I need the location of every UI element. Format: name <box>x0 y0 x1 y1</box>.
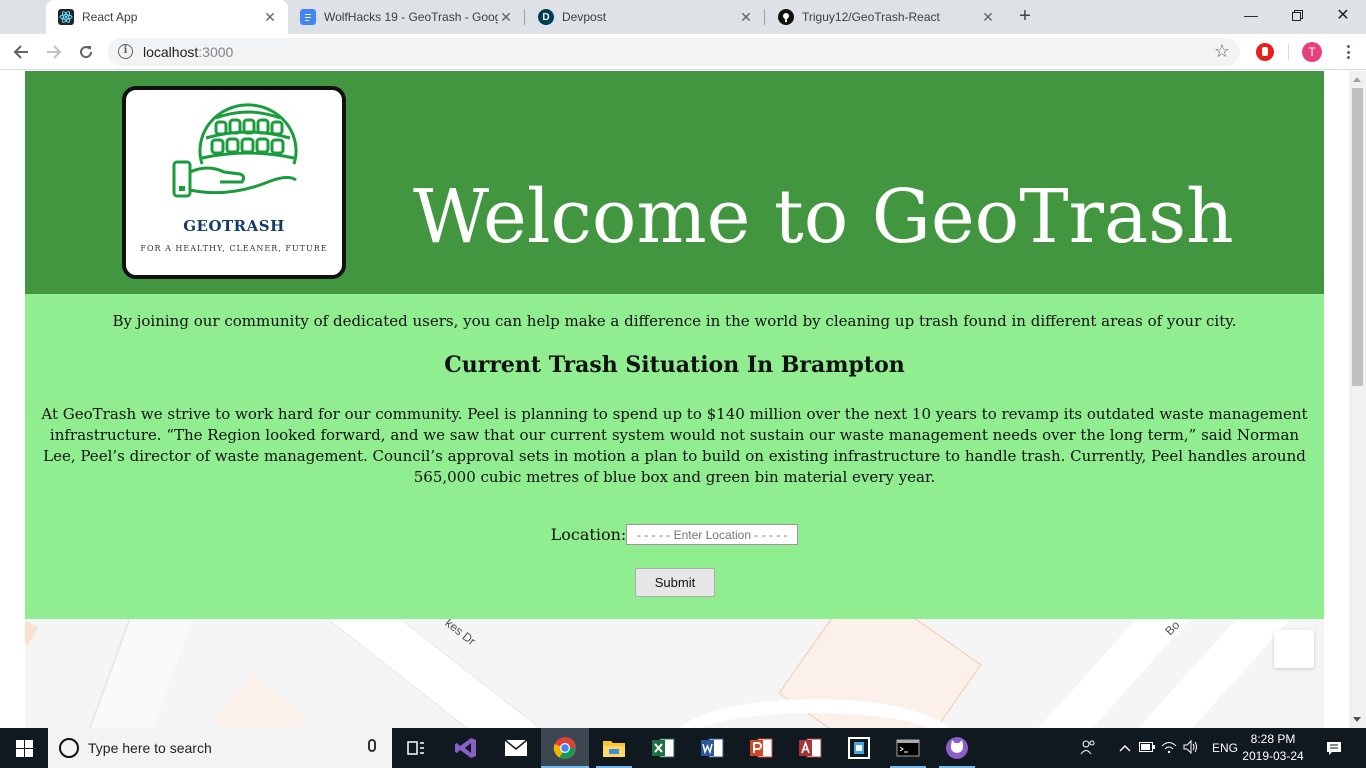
location-input[interactable] <box>626 524 799 545</box>
tab-title: React App <box>82 10 138 24</box>
windows-taskbar: Type here to search ENG 8:28 PM 2019-03-… <box>0 728 1366 768</box>
windows-logo-icon <box>15 739 33 757</box>
restore-button[interactable] <box>1274 0 1320 30</box>
map-road <box>69 619 201 728</box>
browser-toolbar: i localhost:3000 ☆ T <box>0 34 1366 70</box>
github-icon <box>778 9 794 25</box>
tab-separator <box>764 9 765 25</box>
search-placeholder: Type here to search <box>88 740 212 756</box>
powerpoint-icon[interactable] <box>737 728 785 768</box>
tab-title: Devpost <box>562 10 607 24</box>
clock-time: 8:28 PM <box>1250 732 1296 746</box>
back-button[interactable] <box>9 40 33 64</box>
profile-avatar[interactable]: T <box>1302 42 1322 62</box>
start-button[interactable] <box>0 728 48 768</box>
browser-tab-strip: React App ✕ WolfHacks 19 - GeoTrash - Go… <box>0 0 1366 34</box>
content-section: By joining our community of dedicated us… <box>25 294 1324 619</box>
situation-heading: Current Trash Situation In Brampton <box>444 352 905 378</box>
taskbar-search[interactable]: Type here to search <box>48 728 392 768</box>
microphone-icon[interactable] <box>368 739 376 752</box>
url-port: :3000 <box>198 44 234 60</box>
adblock-extension-icon[interactable] <box>1256 43 1274 61</box>
map-road <box>311 619 545 728</box>
task-view-icon[interactable] <box>392 728 440 768</box>
close-tab-icon[interactable]: ✕ <box>980 9 996 25</box>
scrollbar-thumb[interactable] <box>1352 88 1363 386</box>
intro-text: By joining our community of dedicated us… <box>112 312 1237 330</box>
clock-date: 2019-03-24 <box>1242 749 1304 763</box>
devpost-icon: D <box>538 9 554 25</box>
map-road <box>25 619 38 646</box>
taskbar-clock[interactable]: 8:28 PM 2019-03-24 <box>1242 731 1304 765</box>
google-docs-icon <box>300 9 316 25</box>
location-row: Location: <box>25 524 1324 545</box>
situation-paragraph: At GeoTrash we strive to work hard for o… <box>41 405 1308 486</box>
map-road <box>213 673 307 728</box>
logo-brand-text: GeoTrash <box>183 217 285 235</box>
browser-menu-icon[interactable] <box>1338 42 1358 62</box>
address-bar[interactable]: i localhost:3000 ☆ <box>108 38 1240 66</box>
close-tab-icon[interactable]: ✕ <box>262 9 278 25</box>
page-scrollbar[interactable] <box>1349 71 1366 728</box>
map-control-button[interactable] <box>1274 630 1314 668</box>
site-info-icon[interactable]: i <box>118 44 133 59</box>
people-icon[interactable] <box>1076 739 1100 758</box>
page-header: GeoTrash For a healthy, cleaner, future … <box>25 71 1324 294</box>
word-icon[interactable] <box>688 728 736 768</box>
hero-title: Welcome to GeoTrash <box>413 174 1234 260</box>
command-prompt-icon[interactable] <box>884 728 932 768</box>
system-tray: ENG <box>1076 728 1238 768</box>
location-label: Location: <box>550 525 627 544</box>
access-icon[interactable] <box>786 728 834 768</box>
tab-title: WolfHacks 19 - GeoTrash - Googl <box>324 10 498 24</box>
action-center-icon[interactable] <box>1310 728 1358 768</box>
url-host: localhost <box>143 44 199 60</box>
submit-button[interactable]: Submit <box>635 568 715 597</box>
toolbar-separator <box>1288 44 1289 60</box>
minimize-button[interactable]: — <box>1228 0 1274 30</box>
file-explorer-icon[interactable] <box>590 728 638 768</box>
wifi-icon[interactable] <box>1158 740 1180 757</box>
chevron-up-icon[interactable] <box>1114 741 1136 755</box>
close-tab-icon[interactable]: ✕ <box>498 9 514 25</box>
url-text: localhost:3000 <box>143 44 233 60</box>
tab-wolfhacks-docs[interactable]: WolfHacks 19 - GeoTrash - Googl ✕ <box>288 0 524 34</box>
github-desktop-icon[interactable] <box>933 728 981 768</box>
close-tab-icon[interactable]: ✕ <box>738 9 754 25</box>
mail-icon[interactable] <box>492 728 540 768</box>
reload-button[interactable] <box>74 40 98 64</box>
language-indicator[interactable]: ENG <box>1212 741 1238 755</box>
cortana-icon <box>59 738 79 758</box>
volume-icon[interactable] <box>1180 739 1202 757</box>
tab-separator <box>524 9 525 25</box>
logo-tagline: For a healthy, cleaner, future <box>140 244 328 253</box>
tab-react-app[interactable]: React App ✕ <box>46 0 288 34</box>
map-street-label: kes Dr <box>442 619 479 649</box>
scroll-down-arrow[interactable] <box>1353 717 1361 722</box>
battery-icon[interactable] <box>1136 741 1158 755</box>
bookmark-star-icon[interactable]: ☆ <box>1214 41 1230 62</box>
page-viewport: GeoTrash For a healthy, cleaner, future … <box>0 71 1366 728</box>
tab-title: Triguy12/GeoTrash-React <box>802 10 940 24</box>
excel-icon[interactable] <box>639 728 687 768</box>
globe-hand-icon <box>172 103 298 198</box>
snipping-tool-icon[interactable] <box>835 728 883 768</box>
chrome-taskbar-icon[interactable] <box>541 728 589 768</box>
react-icon <box>58 9 74 25</box>
close-window-button[interactable]: ✕ <box>1320 0 1366 30</box>
forward-button[interactable] <box>42 40 66 64</box>
visual-studio-icon[interactable] <box>442 728 490 768</box>
tab-devpost[interactable]: D Devpost ✕ <box>526 0 764 34</box>
geotrash-logo: GeoTrash For a healthy, cleaner, future <box>122 86 346 279</box>
map-view[interactable]: kes Dr Bo <box>25 619 1324 728</box>
tab-github[interactable]: Triguy12/GeoTrash-React ✕ <box>766 0 1006 34</box>
scroll-up-arrow[interactable] <box>1353 77 1361 82</box>
new-tab-button[interactable]: + <box>1014 6 1036 28</box>
